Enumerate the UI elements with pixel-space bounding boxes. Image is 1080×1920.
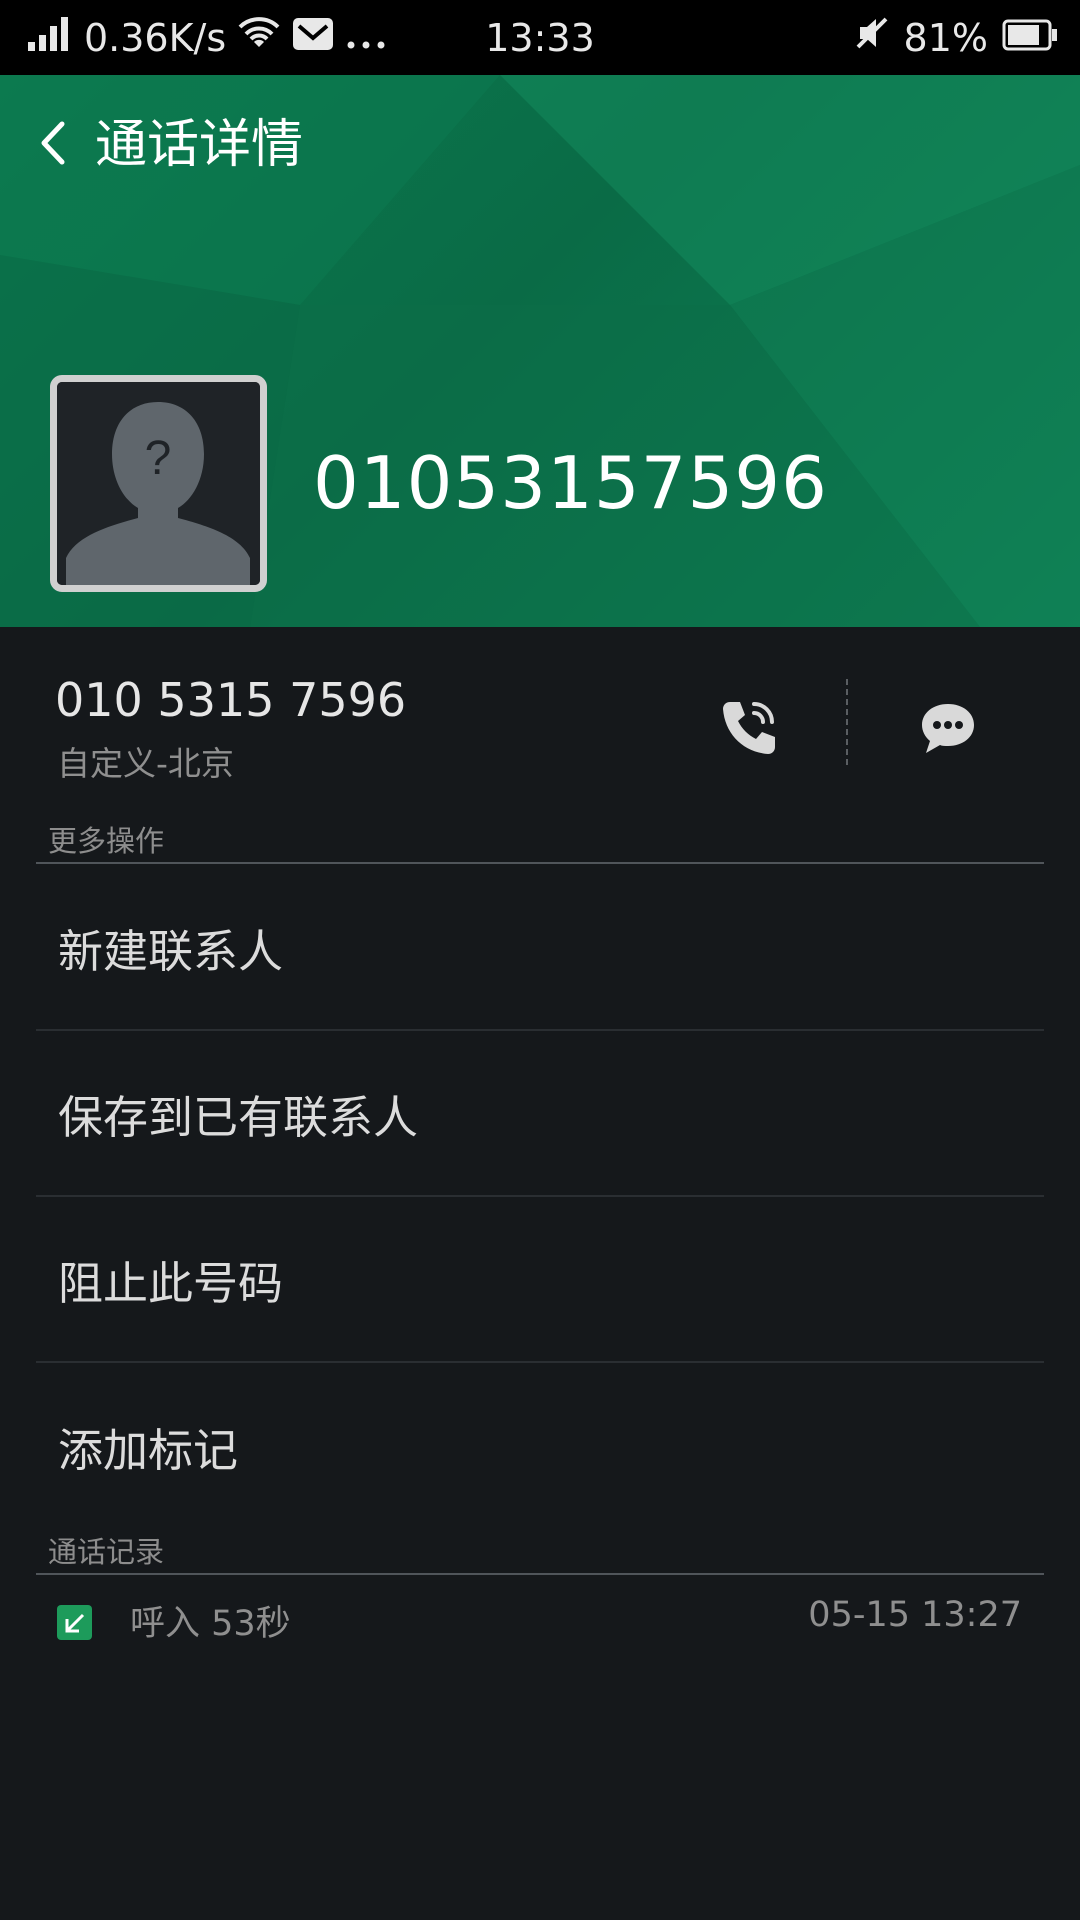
new-contact-item[interactable]: 新建联系人: [36, 866, 1044, 1031]
call-log-header: 通话记录: [36, 1529, 1044, 1575]
page-title: 通话详情: [95, 115, 304, 175]
message-button[interactable]: [905, 687, 990, 772]
message-bubble-icon: [918, 700, 978, 760]
phone-icon: [716, 696, 780, 764]
header-phone-number: 01053157596: [313, 441, 828, 525]
number-row: 010 5315 7596 自定义-北京: [0, 627, 1080, 802]
add-tag-item[interactable]: 添加标记: [36, 1364, 1044, 1529]
save-to-existing-contact-item[interactable]: 保存到已有联系人: [36, 1032, 1044, 1197]
block-number-item[interactable]: 阻止此号码: [36, 1198, 1044, 1363]
mute-icon: [854, 15, 890, 60]
chevron-left-icon: [38, 120, 68, 170]
call-log-description: 呼入 53秒: [130, 1604, 291, 1644]
back-button[interactable]: [28, 110, 78, 180]
unknown-contact-icon: ?: [57, 382, 260, 585]
formatted-phone-number: 010 5315 7596: [55, 673, 407, 727]
call-log-datetime: 05-15 13:27: [808, 1595, 1022, 1635]
action-divider: [846, 679, 848, 765]
phone-location: 自定义-北京: [57, 744, 234, 783]
battery-percent: 81%: [903, 15, 988, 60]
status-bar-right: 81%: [854, 0, 1058, 75]
more-actions-header: 更多操作: [36, 818, 1044, 864]
incoming-call-icon: [57, 1605, 92, 1640]
call-log-entry: 呼入 53秒 05-15 13:27: [0, 1585, 1080, 1660]
call-button[interactable]: [705, 687, 790, 772]
status-bar: 0.36K/s 13:33 81%: [0, 0, 1080, 75]
battery-icon: [1002, 16, 1058, 60]
contact-header: 通话详情 ? 01053157596: [0, 75, 1080, 627]
svg-text:?: ?: [145, 432, 172, 485]
avatar[interactable]: ?: [50, 375, 267, 592]
